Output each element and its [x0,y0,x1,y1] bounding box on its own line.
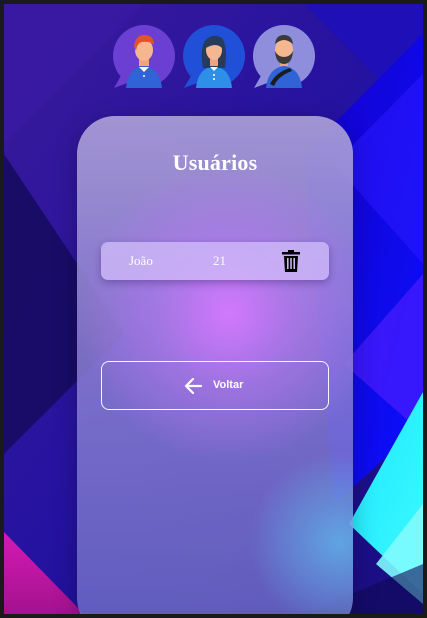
users-card: Usuários João 21 Voltar [77,116,353,614]
man-red-hair-avatar-icon [112,24,176,88]
app-screen: Usuários João 21 Voltar [4,4,423,614]
user-name: João [129,253,153,268]
woman-avatar-icon [182,24,246,88]
avatar-group [4,24,423,94]
trash-icon[interactable] [282,250,300,272]
user-age: 21 [213,253,226,268]
back-button-label: Voltar [213,379,244,391]
page-title: Usuários [172,150,258,175]
bearded-man-avatar-icon [252,24,316,88]
arrow-left-icon [184,377,203,395]
back-button[interactable]: Voltar [101,361,329,410]
user-list-item: João 21 [101,242,329,280]
